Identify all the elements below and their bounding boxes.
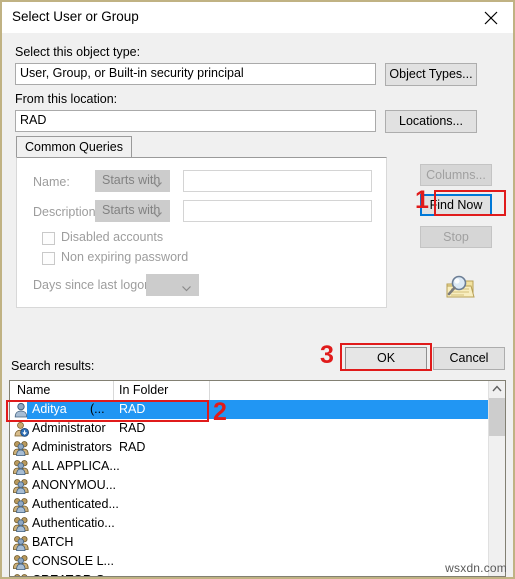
title-bar: Select User or Group	[2, 2, 513, 33]
list-column-header: Name In Folder	[10, 381, 505, 401]
scrollbar-thumb[interactable]	[489, 398, 505, 436]
days-since-last-logon-select[interactable]	[146, 274, 199, 296]
non-expiring-password-label: Non expiring password	[61, 250, 189, 264]
disabled-accounts-label: Disabled accounts	[61, 230, 164, 244]
table-row[interactable]: CONSOLE L...	[10, 552, 490, 571]
chevron-down-icon	[153, 177, 162, 191]
scroll-up-icon[interactable]	[489, 381, 505, 397]
table-row[interactable]: BATCH	[10, 533, 490, 552]
description-operator-value: Starts with	[102, 203, 161, 217]
row-in-folder: RAD	[119, 440, 146, 454]
stop-button[interactable]: Stop	[420, 226, 492, 248]
table-row[interactable]: Aditya (... RAD	[10, 400, 490, 419]
list-scrollbar[interactable]	[488, 381, 505, 576]
dialog-client-area: Select this object type: User, Group, or…	[2, 33, 513, 577]
name-operator-value: Starts with	[102, 173, 161, 187]
table-row[interactable]: Authenticatio...	[10, 514, 490, 533]
object-type-label: Select this object type:	[15, 45, 141, 59]
find-now-button[interactable]: Find Now	[420, 194, 492, 216]
object-types-button[interactable]: Object Types...	[385, 63, 477, 86]
user-badge-icon	[13, 421, 30, 437]
window-title: Select User or Group	[12, 9, 139, 24]
row-in-folder: RAD	[119, 402, 146, 416]
row-name: Administrator	[32, 421, 106, 435]
cancel-button[interactable]: Cancel	[433, 347, 505, 370]
chevron-down-icon	[182, 281, 191, 295]
non-expiring-password-checkbox[interactable]	[42, 252, 55, 265]
days-since-last-logon-label: Days since last logon:	[33, 278, 155, 292]
close-button[interactable]	[469, 2, 513, 33]
row-name-truncation: (...	[90, 402, 105, 416]
row-name: Aditya	[32, 402, 67, 416]
table-row[interactable]: ANONYMOU...	[10, 476, 490, 495]
row-name: ALL APPLICA...	[32, 459, 120, 473]
table-row[interactable]: CREATOR G...	[10, 571, 490, 576]
locations-button[interactable]: Locations...	[385, 110, 477, 133]
description-label: Description:	[33, 205, 99, 219]
row-name: CREATOR G...	[32, 573, 116, 576]
object-type-input[interactable]: User, Group, or Built-in security princi…	[15, 63, 376, 85]
user-icon	[13, 402, 29, 418]
group-icon	[12, 459, 29, 475]
tab-strip: Common Queries	[16, 136, 387, 158]
watermark: wsxdn.com	[445, 561, 507, 575]
group-icon	[13, 573, 29, 576]
common-queries-panel: Name: Starts with Description: Starts wi…	[16, 157, 387, 308]
table-row[interactable]: Administrators RAD	[10, 438, 490, 457]
row-in-folder: RAD	[119, 421, 146, 435]
columns-button[interactable]: Columns...	[420, 164, 492, 186]
search-results-list[interactable]: Name In Folder Aditya (... RAD Administrato…	[9, 380, 506, 577]
location-input[interactable]: RAD	[15, 110, 376, 132]
name-operator-select[interactable]: Starts with	[95, 170, 170, 192]
column-divider[interactable]	[209, 381, 210, 400]
search-results-label: Search results:	[11, 359, 95, 373]
disabled-accounts-checkbox[interactable]	[42, 232, 55, 245]
row-name: Authenticatio...	[32, 516, 115, 530]
group-icon	[12, 516, 29, 532]
ok-button[interactable]: OK	[345, 347, 427, 370]
column-header-name[interactable]: Name	[17, 383, 50, 397]
group-icon	[12, 478, 29, 494]
search-folder-icon	[442, 273, 476, 308]
result-rows: Aditya (... RAD Administrator RAD Administrat…	[10, 400, 490, 576]
select-user-or-group-dialog: Select User or Group Select this object …	[0, 0, 515, 579]
description-value-input[interactable]	[183, 200, 372, 222]
name-value-input[interactable]	[183, 170, 372, 192]
row-name: CONSOLE L...	[32, 554, 114, 568]
chevron-down-icon	[153, 207, 162, 221]
name-label: Name:	[33, 175, 70, 189]
column-divider[interactable]	[113, 381, 114, 400]
row-name: Authenticated...	[32, 497, 119, 511]
tab-common-queries[interactable]: Common Queries	[16, 136, 132, 158]
table-row[interactable]: Authenticated...	[10, 495, 490, 514]
group-icon	[12, 497, 29, 513]
group-icon	[12, 554, 29, 570]
table-row[interactable]: ALL APPLICA...	[10, 457, 490, 476]
group-icon	[12, 535, 29, 551]
location-label: From this location:	[15, 92, 118, 106]
row-name: ANONYMOU...	[32, 478, 117, 492]
row-name: BATCH	[32, 535, 74, 549]
column-header-in-folder[interactable]: In Folder	[119, 383, 168, 397]
row-name: Administrators	[32, 440, 112, 454]
group-icon	[12, 440, 29, 456]
description-operator-select[interactable]: Starts with	[95, 200, 170, 222]
table-row[interactable]: Administrator RAD	[10, 419, 490, 438]
